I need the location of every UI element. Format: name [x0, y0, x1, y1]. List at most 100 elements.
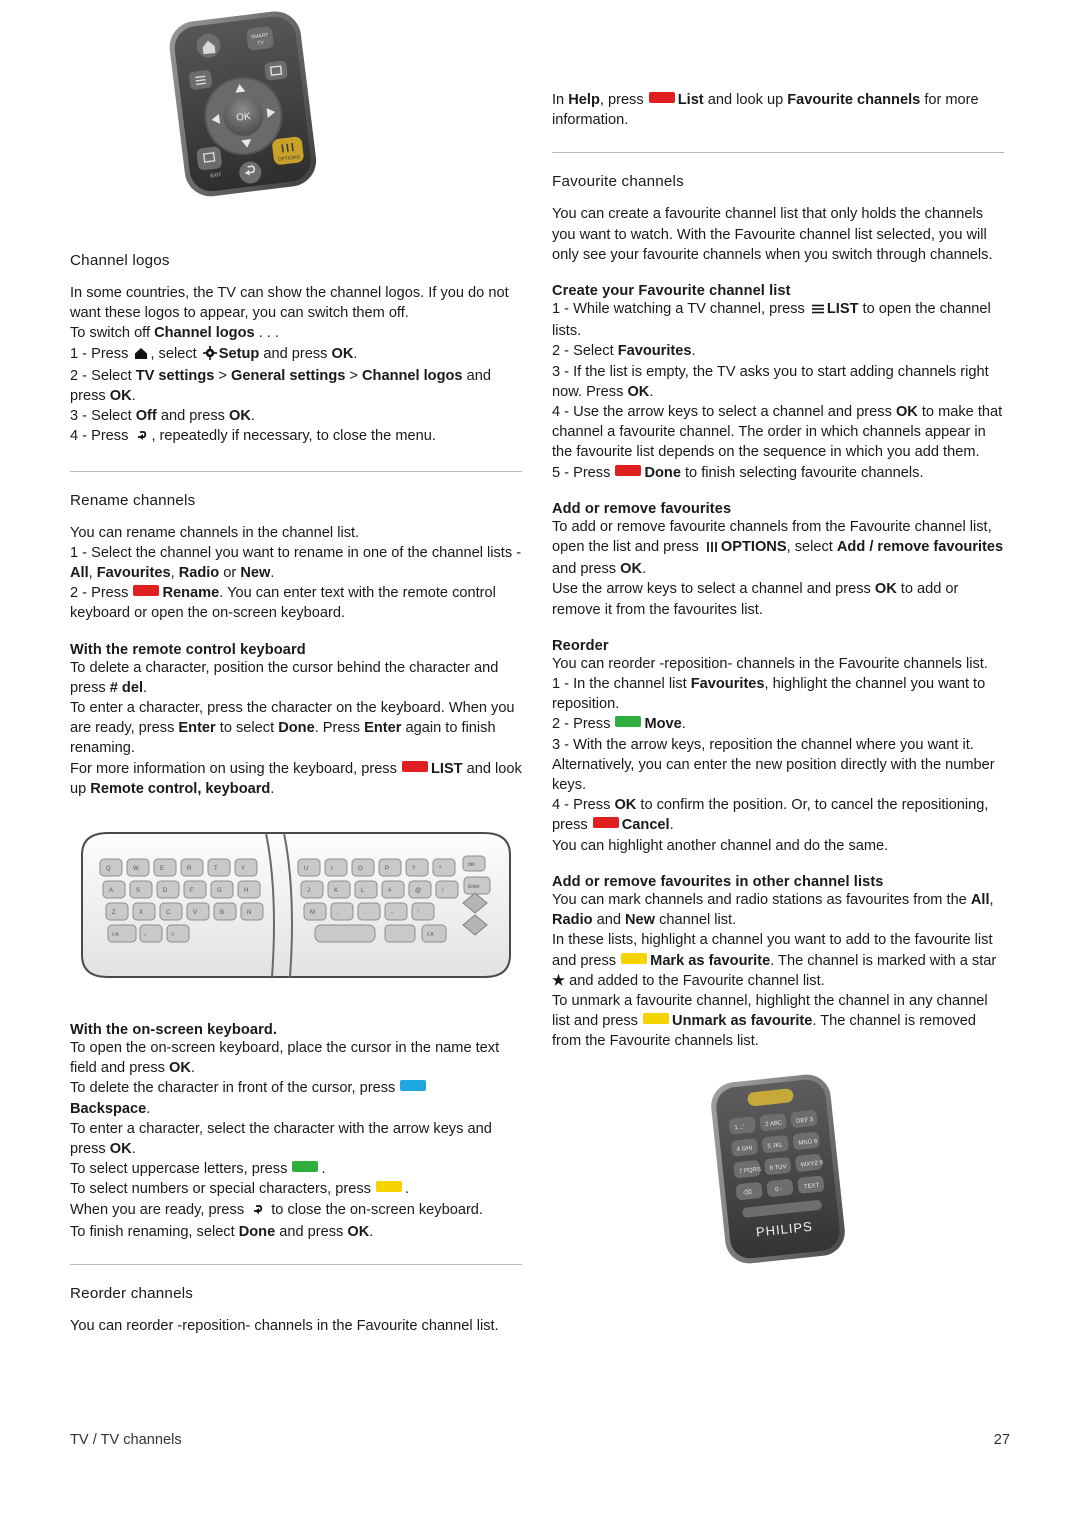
text-bold: OK: [109, 388, 132, 405]
text-bold: Remote control, keyboard: [90, 780, 271, 797]
text-bold: New: [625, 912, 656, 929]
text-bold: Backspace: [70, 1100, 147, 1117]
text-bold: Favourites: [96, 565, 171, 582]
svg-text:C: C: [166, 910, 171, 916]
svg-text:T: T: [214, 866, 218, 872]
svg-text:□: □: [171, 932, 174, 938]
text-bold: OPTIONS: [720, 539, 787, 556]
text-bold: LIST: [826, 301, 859, 318]
document-page: SMART TV OK OPTIONS EXIT Channel logos I…: [0, 0, 1080, 1528]
text: and press: [275, 1223, 348, 1240]
text-bold: OK: [895, 404, 918, 421]
text: .: [131, 1141, 136, 1158]
heading-create-favourite-list: Create your Favourite channel list: [552, 283, 791, 300]
text-bold: OK: [614, 797, 637, 814]
text: , repeatedly if necessary, to close the …: [151, 428, 436, 445]
paragraph-enter-character: To enter a character, press the characte…: [70, 698, 522, 759]
text-bold: Favourites: [617, 343, 692, 360]
green-key-icon: [615, 716, 642, 728]
back-icon: [250, 1202, 265, 1222]
text-bold: Radio: [178, 565, 220, 582]
text: , select: [150, 345, 201, 362]
text-bold: Off: [135, 408, 157, 425]
text: channel list.: [655, 912, 737, 929]
step-4-create-list: 4 - Use the arrow keys to select a chann…: [552, 402, 1004, 463]
svg-text:J: J: [307, 888, 310, 894]
text: 1 - Select the channel you want to renam…: [70, 544, 522, 561]
options-icon: [705, 539, 719, 559]
text-bold: OK: [874, 581, 897, 598]
text: 3 - If the list is empty, the TV asks yo…: [552, 363, 989, 400]
text-bold: Cancel: [621, 817, 670, 834]
heading-add-remove-favourites: Add or remove favourites: [552, 500, 732, 517]
red-key-icon: [592, 817, 619, 829]
remote-control-top-image: SMART TV OK OPTIONS EXIT: [155, 10, 330, 200]
text-bold: Help: [568, 92, 600, 108]
svg-text:Q: Q: [106, 866, 111, 872]
step-4-channel-logos: 4 - Press , repeatedly if necessary, to …: [70, 426, 522, 448]
text-bold: OK: [620, 561, 643, 578]
text-bold: OK: [228, 408, 251, 425]
step-1-create-list: 1 - While watching a TV channel, press L…: [552, 299, 1004, 341]
paragraph-favourite-intro: You can create a favourite channel list …: [552, 206, 993, 263]
svg-text:F: F: [190, 888, 194, 894]
text: and look up: [703, 92, 788, 108]
text: to close the on-screen keyboard.: [267, 1201, 483, 1218]
paragraph-rename-intro: You can rename channels in the channel l…: [70, 524, 360, 541]
text: To delete the character in front of the …: [70, 1080, 400, 1097]
svg-text:H: H: [244, 888, 248, 894]
text: to select: [215, 720, 279, 737]
text-bold: List: [677, 92, 704, 108]
text-bold: Done: [238, 1223, 276, 1240]
text: .: [250, 408, 255, 425]
svg-text:U: U: [304, 866, 308, 872]
text: .: [270, 780, 275, 797]
left-column: Channel logos In some countries, the TV …: [70, 252, 522, 1336]
remote-keyboard-image: QWERTY ASDFGH ZXCVBN U I O P? * del J K L # @! Ent…: [70, 825, 522, 1000]
text: 4 - Press: [70, 428, 133, 445]
text: . The channel is marked with a star: [770, 952, 997, 969]
heading-onscreen-keyboard: With the on-screen keyboard.: [70, 1022, 278, 1039]
text: .: [691, 343, 696, 360]
text: and press: [552, 561, 621, 578]
text: When you are ready, press: [70, 1201, 249, 1218]
text: 2 - Press: [552, 716, 615, 733]
text: and: [592, 912, 626, 929]
text-bold: Add / remove favourites: [836, 539, 1004, 556]
text: and press: [156, 408, 229, 425]
text: 2 - Press: [70, 585, 133, 602]
paragraph-channel-logos-intro: In some countries, the TV can show the c…: [70, 285, 509, 322]
paragraph-add-remove-options: To add or remove favourite channels from…: [552, 517, 1004, 580]
text-bold: TV settings: [135, 367, 215, 384]
svg-text:N: N: [247, 910, 251, 916]
text: .: [146, 1100, 151, 1117]
page-footer: TV / TV channels 27: [70, 1432, 1010, 1448]
step-1-channel-logos: 1 - Press , select Setup and press OK.: [70, 344, 522, 366]
red-key-icon: [401, 760, 428, 772]
svg-text:⇧A: ⇧A: [426, 932, 434, 938]
text: In: [552, 92, 569, 108]
text-bold: Unmark as favourite: [672, 1013, 813, 1030]
text: 2 - Select: [552, 343, 618, 360]
text-bold: Mark as favourite: [650, 952, 771, 969]
svg-text:OK: OK: [236, 111, 252, 124]
text-bold: All: [70, 565, 89, 582]
text: ,: [88, 565, 97, 582]
svg-text:E: E: [160, 866, 164, 872]
text: .: [270, 565, 275, 582]
text: 1 - In the channel list: [552, 676, 691, 693]
paragraph-numbers: To select numbers or special characters,…: [70, 1179, 522, 1199]
svg-text:S: S: [136, 888, 140, 894]
svg-text:V: V: [193, 910, 197, 916]
text: .: [369, 1223, 374, 1240]
paragraph-unmark-as-favourite: To unmark a favourite channel, highlight…: [552, 991, 1004, 1052]
text-bold: Enter: [178, 720, 216, 737]
text-bold: General settings: [231, 367, 346, 384]
text: .: [131, 388, 136, 405]
paragraph-enter-character-onscreen: To enter a character, select the charact…: [70, 1119, 522, 1159]
text: To switch off: [70, 325, 155, 342]
